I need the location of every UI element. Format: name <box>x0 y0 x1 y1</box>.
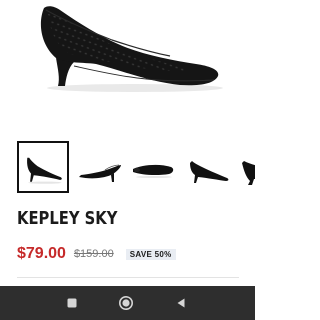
product-hero-image[interactable] <box>0 0 255 118</box>
shoe-thumbnail-angled <box>79 164 121 182</box>
shoe-thumbnail-rear <box>242 161 255 185</box>
thumbnail-2[interactable] <box>75 141 127 193</box>
thumbnail-4[interactable] <box>184 141 236 193</box>
shoe-thumbnail-sole <box>133 164 174 178</box>
back-icon <box>177 298 185 308</box>
thumbnail-5[interactable] <box>238 141 255 193</box>
home-button[interactable] <box>111 286 141 320</box>
system-navigation-bar <box>0 286 255 320</box>
product-title: KEPLEY SKY <box>17 208 118 229</box>
shoe-illustration <box>40 6 223 92</box>
thumbnail-strip <box>0 141 255 197</box>
original-price: $159.00 <box>73 248 114 260</box>
back-button[interactable] <box>166 286 196 320</box>
shoe-thumbnail-side <box>27 157 62 184</box>
recent-apps-button[interactable] <box>57 286 87 320</box>
shoe-thumbnail-side-2 <box>190 161 229 183</box>
recent-apps-icon <box>67 298 77 308</box>
sale-price: $79.00 <box>17 245 66 262</box>
thumbnail-3[interactable] <box>129 141 181 193</box>
home-icon <box>119 296 133 310</box>
discount-badge: SAVE 50% <box>125 248 176 260</box>
price-row: $79.00 $159.00 SAVE 50% <box>17 244 176 264</box>
thumbnail-1-selected[interactable] <box>17 141 69 193</box>
product-page: KEPLEY SKY $79.00 $159.00 SAVE 50% <box>0 0 255 320</box>
divider <box>17 277 239 278</box>
